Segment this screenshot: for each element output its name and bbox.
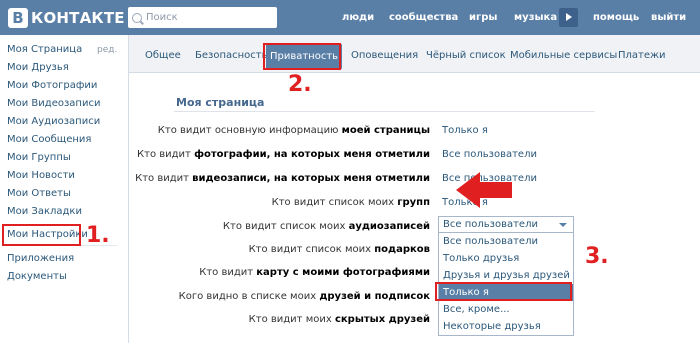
option-all-users[interactable]: Все пользователи (439, 233, 573, 250)
annotation-1: 1. (86, 223, 110, 248)
highlight-settings (2, 224, 81, 246)
privacy-label-audio: Кто видит список моих аудиозаписей (222, 221, 430, 232)
nav-music[interactable]: музыка (514, 0, 557, 35)
nav-games[interactable]: игры (469, 0, 497, 35)
sidebar-item-answers[interactable]: Мои Ответы (7, 188, 71, 199)
main-content: Общее Безопасность Приватность Оповещени… (128, 35, 700, 343)
left-sidebar: Моя Страница ред. Мои Друзья Мои Фотогра… (0, 35, 128, 343)
sidebar-item-videos[interactable]: Мои Видеозаписи (7, 98, 100, 109)
sidebar-item-apps[interactable]: Приложения (7, 253, 74, 264)
sidebar-item-friends[interactable]: Мои Друзья (7, 62, 69, 73)
privacy-value-photos[interactable]: Все пользователи (442, 149, 537, 160)
tab-notifications[interactable]: Оповещения (351, 50, 418, 61)
annotation-2: 2. (288, 72, 312, 97)
option-some-friends[interactable]: Некоторые друзья (439, 318, 573, 335)
arrow-icon (456, 172, 480, 208)
nav-logout[interactable]: выйти (651, 0, 686, 35)
sidebar-edit-link[interactable]: ред. (97, 45, 117, 55)
sidebar-item-news[interactable]: Мои Новости (7, 170, 75, 181)
tab-mobile[interactable]: Мобильные сервисы (510, 50, 617, 61)
highlight-privacy-tab (263, 43, 341, 70)
sidebar-item-audio[interactable]: Мои Аудиозаписи (7, 116, 100, 127)
privacy-label-groups: Кто видит список моих групп (271, 197, 430, 208)
tab-general[interactable]: Общее (145, 50, 181, 61)
chevron-down-icon[interactable] (559, 223, 567, 227)
tab-blacklist[interactable]: Чёрный список (426, 50, 506, 61)
option-friends-only[interactable]: Только друзья (439, 250, 573, 267)
option-all-except[interactable]: Все, кроме... (439, 301, 573, 318)
nav-help[interactable]: помощь (593, 0, 639, 35)
sidebar-item-photos[interactable]: Мои Фотографии (7, 80, 97, 91)
nav-communities[interactable]: сообщества (389, 0, 458, 35)
logo-badge: В (8, 8, 28, 28)
section-divider (174, 111, 595, 112)
tab-security[interactable]: Безопасность (195, 50, 268, 61)
logo-text: КОНТАКТЕ (31, 9, 125, 27)
sidebar-item-documents[interactable]: Документы (7, 271, 67, 282)
privacy-label-photo-map: Кто видит карту с моими фотографиями (199, 267, 430, 278)
sidebar-item-groups[interactable]: Мои Группы (7, 152, 71, 163)
search-input[interactable] (146, 12, 266, 23)
select-current-value: Все пользователи (443, 219, 538, 230)
sidebar-item-bookmarks[interactable]: Мои Закладки (7, 206, 82, 217)
privacy-label-friends: Кого видно в списке моих друзей и подпис… (178, 291, 430, 302)
annotation-3: 3. (585, 244, 609, 269)
privacy-label-hidden-friends: Кто видит моих скрытых друзей (248, 314, 430, 325)
sidebar-item-my-page[interactable]: Моя Страница (7, 44, 82, 55)
settings-tabs: Общее Безопасность Приватность Оповещени… (129, 35, 700, 73)
top-header: В КОНТАКТЕ люди сообщества игры музыка п… (0, 0, 700, 35)
privacy-label-gifts: Кто видит список моих подарков (248, 244, 430, 255)
arrow-shaft (478, 182, 512, 198)
play-icon[interactable] (559, 8, 578, 27)
sidebar-item-messages[interactable]: Мои Сообщения (7, 134, 91, 145)
nav-people[interactable]: люди (342, 0, 374, 35)
privacy-label-videos: Кто видит видеозаписи, на которых меня о… (135, 173, 430, 184)
search-icon (132, 12, 142, 23)
highlight-only-me (435, 282, 572, 301)
search-box[interactable] (128, 7, 277, 28)
tab-payments[interactable]: Платежи (618, 50, 666, 61)
vk-logo[interactable]: В КОНТАКТЕ (8, 7, 125, 29)
privacy-label-photos: Кто видит фотографии, на которых меня от… (137, 149, 430, 160)
section-title: Моя страница (176, 96, 265, 109)
audio-privacy-select[interactable]: Все пользователи (438, 216, 574, 233)
privacy-value-main[interactable]: Только я (442, 125, 488, 136)
privacy-label-main: Кто видит основную информацию моей стран… (157, 125, 430, 136)
